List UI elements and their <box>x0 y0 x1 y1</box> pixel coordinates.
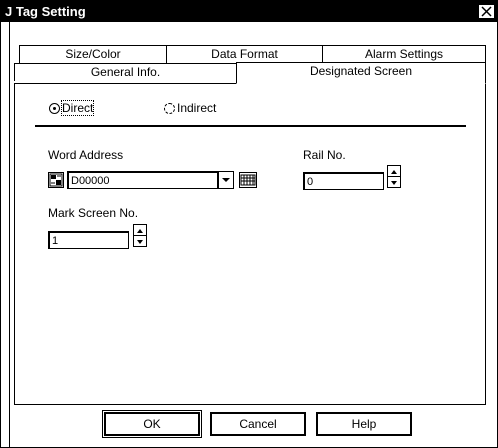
window-title: J Tag Setting <box>5 4 86 19</box>
cancel-button-label: Cancel <box>239 417 277 431</box>
radio-unselected-icon <box>164 102 175 114</box>
tab-data-format[interactable]: Data Format <box>166 45 323 63</box>
rail-no-label: Rail No. <box>303 148 346 162</box>
rail-no-spinner[interactable] <box>387 165 401 188</box>
tab-designated-screen-label: Designated Screen <box>309 64 413 78</box>
arrow-down-icon <box>137 240 143 244</box>
mark-screen-no-spin-up[interactable] <box>134 225 146 236</box>
tab-alarm-settings[interactable]: Alarm Settings <box>322 45 486 63</box>
radio-direct-label: Direct <box>60 100 95 116</box>
arrow-up-icon <box>391 170 397 174</box>
radio-indirect[interactable]: Indirect <box>164 101 216 115</box>
word-address-dropdown-button[interactable] <box>218 171 234 189</box>
tab-data-format-label: Data Format <box>211 47 278 61</box>
close-button[interactable] <box>478 4 495 19</box>
tab-size-color[interactable]: Size/Color <box>19 45 167 63</box>
keypad-icon <box>240 174 256 186</box>
word-address-label: Word Address <box>48 148 124 162</box>
word-address-input[interactable]: D00000 <box>67 171 218 189</box>
mark-screen-no-spin-down[interactable] <box>134 236 146 246</box>
rail-no-spin-up[interactable] <box>388 166 400 177</box>
mark-screen-no-label: Mark Screen No. <box>48 206 139 220</box>
help-button[interactable]: Help <box>316 412 412 436</box>
chevron-down-icon <box>222 178 230 182</box>
tab-size-color-label: Size/Color <box>65 47 121 61</box>
mark-screen-no-value: 1 <box>52 235 59 247</box>
close-icon <box>481 6 492 17</box>
tab-alarm-settings-label: Alarm Settings <box>364 47 444 61</box>
tab-designated-screen[interactable]: Designated Screen <box>236 62 486 84</box>
tab-general-info-label: General Info. <box>90 65 161 79</box>
keypad-button[interactable] <box>239 172 257 188</box>
rail-no-spin-down[interactable] <box>388 177 400 187</box>
rail-no-input[interactable]: 0 <box>303 172 384 190</box>
radio-direct[interactable]: Direct <box>49 100 95 116</box>
radio-selected-icon <box>49 102 60 114</box>
cancel-button[interactable]: Cancel <box>210 412 306 436</box>
frame-left-edge <box>9 22 10 447</box>
radio-indirect-label: Indirect <box>177 101 217 115</box>
rail-no-value: 0 <box>307 176 314 188</box>
mark-screen-no-input[interactable]: 1 <box>48 231 129 249</box>
separator <box>35 125 466 127</box>
address-input-icon <box>49 173 63 187</box>
arrow-up-icon <box>137 229 143 233</box>
mark-screen-no-spinner[interactable] <box>133 224 147 247</box>
title-bar[interactable]: J Tag Setting <box>1 1 497 22</box>
tab-general-info[interactable]: General Info. <box>14 63 237 81</box>
arrow-down-icon <box>391 181 397 185</box>
ok-button-label: OK <box>143 417 161 431</box>
address-input-mode-button[interactable] <box>48 172 64 188</box>
ok-button[interactable]: OK <box>102 410 202 438</box>
word-address-value: D00000 <box>71 175 110 187</box>
help-button-label: Help <box>351 417 377 431</box>
